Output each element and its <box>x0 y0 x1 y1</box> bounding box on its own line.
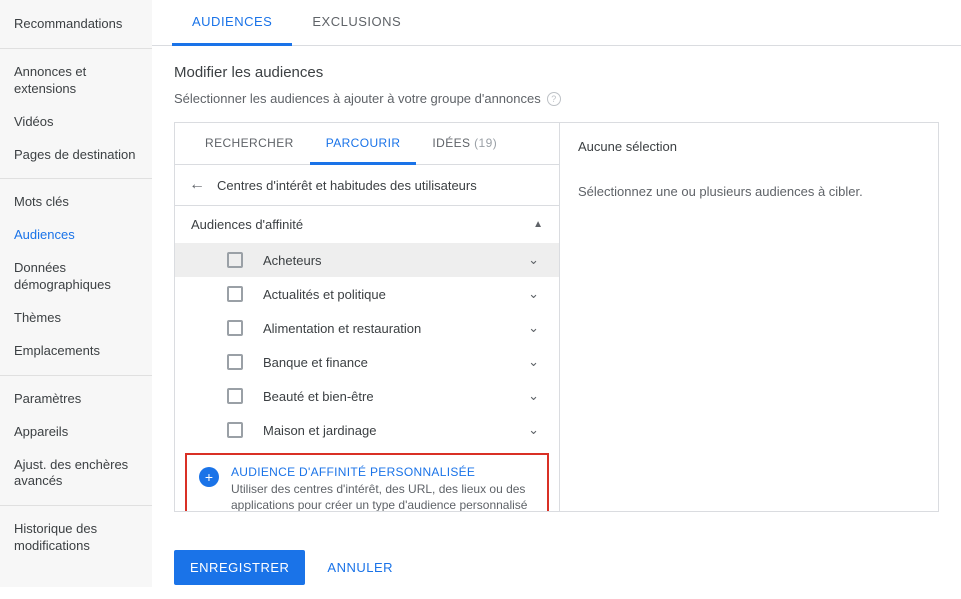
chevron-down-icon: ⌄ <box>528 252 539 268</box>
group-header-label: Audiences d'affinité <box>191 217 303 232</box>
chevron-down-icon: ⌄ <box>528 354 539 370</box>
inner-tabs: RECHERCHER PARCOURIR IDÉES (19) <box>175 123 559 165</box>
list-container: Audiences d'affinité ▲ Acheteurs ⌄ Actua… <box>175 206 559 511</box>
custom-affinity-title: AUDIENCE D'AFFINITÉ PERSONNALISÉE <box>231 465 535 479</box>
main: AUDIENCES EXCLUSIONS Modifier les audien… <box>152 0 961 587</box>
tab-audiences[interactable]: AUDIENCES <box>172 0 292 46</box>
sidebar-item-demographics[interactable]: Données démographiques <box>0 252 152 302</box>
divider <box>0 48 152 49</box>
card-left: RECHERCHER PARCOURIR IDÉES (19) ← Centre… <box>175 123 560 511</box>
sidebar-item-change-history[interactable]: Historique des modifications <box>0 513 152 563</box>
action-bar: ENREGISTRER ANNULER <box>152 542 961 599</box>
tab-ideas[interactable]: IDÉES (19) <box>416 123 513 164</box>
checkbox[interactable] <box>227 320 243 336</box>
tab-ideas-count: (19) <box>474 136 497 150</box>
selection-desc: Sélectionnez une ou plusieurs audiences … <box>578 184 920 199</box>
list-item-label: Maison et jardinage <box>263 423 376 438</box>
checkbox[interactable] <box>227 286 243 302</box>
list-item-label: Banque et finance <box>263 355 368 370</box>
sidebar-item-placements[interactable]: Emplacements <box>0 335 152 368</box>
divider <box>0 505 152 506</box>
custom-affinity-desc: Utiliser des centres d'intérêt, des URL,… <box>231 481 535 511</box>
tab-ideas-label: IDÉES <box>432 136 470 150</box>
top-tabs: AUDIENCES EXCLUSIONS <box>152 0 961 46</box>
breadcrumb: ← Centres d'intérêt et habitudes des uti… <box>175 165 559 206</box>
sidebar-item-ads-extensions[interactable]: Annonces et extensions <box>0 56 152 106</box>
sidebar-item-videos[interactable]: Vidéos <box>0 106 152 139</box>
group-header-affinity[interactable]: Audiences d'affinité ▲ <box>175 206 559 243</box>
help-icon[interactable]: ? <box>547 92 561 106</box>
plus-icon: + <box>199 467 219 487</box>
list-item-label: Beauté et bien-être <box>263 389 374 404</box>
list-item-label: Alimentation et restauration <box>263 321 421 336</box>
chevron-down-icon: ⌄ <box>528 388 539 404</box>
back-arrow-icon[interactable]: ← <box>189 177 205 193</box>
list-item-maison[interactable]: Maison et jardinage ⌄ <box>175 413 559 447</box>
checkbox[interactable] <box>227 354 243 370</box>
subtitle-row: Sélectionner les audiences à ajouter à v… <box>174 91 939 106</box>
chevron-down-icon: ⌄ <box>528 320 539 336</box>
list-item-beaute[interactable]: Beauté et bien-être ⌄ <box>175 379 559 413</box>
custom-affinity-text: AUDIENCE D'AFFINITÉ PERSONNALISÉE Utilis… <box>231 465 535 511</box>
breadcrumb-text: Centres d'intérêt et habitudes des utili… <box>217 178 477 193</box>
sidebar: Recommandations Annonces et extensions V… <box>0 0 152 587</box>
checkbox[interactable] <box>227 422 243 438</box>
list-scroll[interactable]: Audiences d'affinité ▲ Acheteurs ⌄ Actua… <box>175 206 559 511</box>
sidebar-item-keywords[interactable]: Mots clés <box>0 186 152 219</box>
custom-affinity-button[interactable]: + AUDIENCE D'AFFINITÉ PERSONNALISÉE Util… <box>185 453 549 511</box>
subtitle-text: Sélectionner les audiences à ajouter à v… <box>174 91 541 106</box>
list-item-alimentation[interactable]: Alimentation et restauration ⌄ <box>175 311 559 345</box>
selection-panel: Aucune sélection Sélectionnez une ou plu… <box>560 123 938 511</box>
cancel-button[interactable]: ANNULER <box>319 550 401 585</box>
audience-card: RECHERCHER PARCOURIR IDÉES (19) ← Centre… <box>174 122 939 512</box>
list-item-label: Acheteurs <box>263 253 322 268</box>
sidebar-item-devices[interactable]: Appareils <box>0 416 152 449</box>
sidebar-item-landing-pages[interactable]: Pages de destination <box>0 139 152 172</box>
sidebar-item-bid-adjustments[interactable]: Ajust. des enchères avancés <box>0 449 152 499</box>
chevron-down-icon: ⌄ <box>528 286 539 302</box>
tab-exclusions[interactable]: EXCLUSIONS <box>292 0 421 45</box>
tab-search[interactable]: RECHERCHER <box>189 123 310 164</box>
list-item-banque[interactable]: Banque et finance ⌄ <box>175 345 559 379</box>
content: Modifier les audiences Sélectionner les … <box>152 46 961 542</box>
selection-title: Aucune sélection <box>578 139 920 154</box>
sidebar-item-settings[interactable]: Paramètres <box>0 383 152 416</box>
list-item-label: Actualités et politique <box>263 287 386 302</box>
list-item-actualites[interactable]: Actualités et politique ⌄ <box>175 277 559 311</box>
sidebar-item-recommendations[interactable]: Recommandations <box>0 8 152 41</box>
sidebar-item-audiences[interactable]: Audiences <box>0 219 152 252</box>
page-title: Modifier les audiences <box>174 64 939 81</box>
divider <box>0 178 152 179</box>
checkbox[interactable] <box>227 252 243 268</box>
tab-browse[interactable]: PARCOURIR <box>310 123 417 165</box>
chevron-up-icon: ▲ <box>533 219 543 230</box>
divider <box>0 375 152 376</box>
list-item-acheteurs[interactable]: Acheteurs ⌄ <box>175 243 559 277</box>
save-button[interactable]: ENREGISTRER <box>174 550 305 585</box>
chevron-down-icon: ⌄ <box>528 422 539 438</box>
checkbox[interactable] <box>227 388 243 404</box>
sidebar-item-themes[interactable]: Thèmes <box>0 302 152 335</box>
